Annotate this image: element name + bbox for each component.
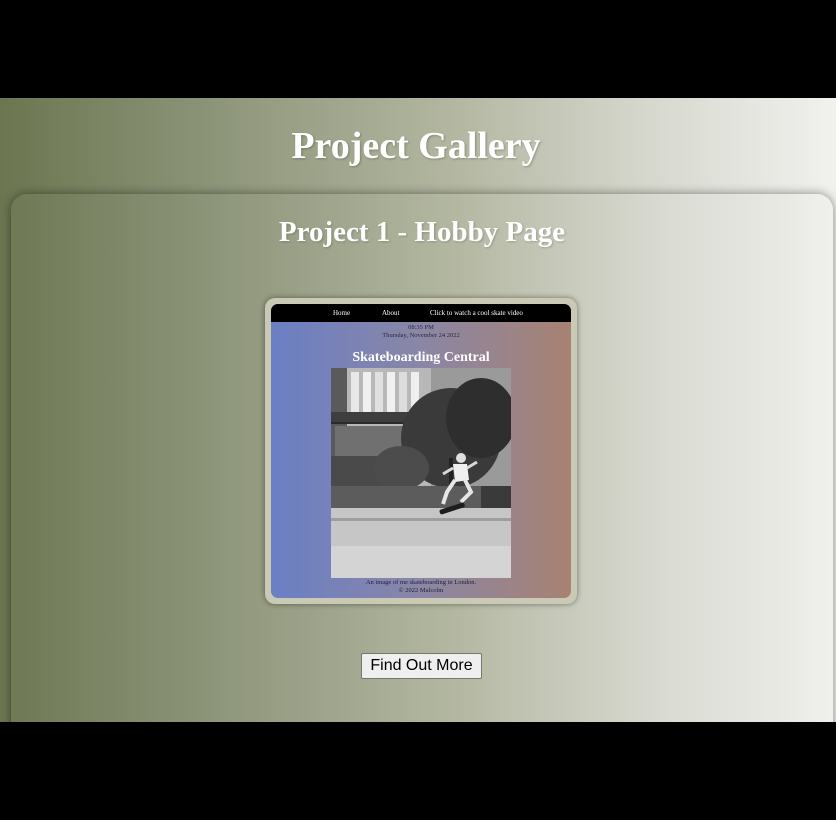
preview-caption: An image of me skateboarding in London.: [365, 579, 477, 586]
preview-nav-bar: Home About Click to watch a cool skate v…: [271, 304, 571, 322]
preview-copyright: © 2022 Malcolm: [398, 587, 444, 594]
preview-nav-home: Home: [333, 309, 351, 317]
project-title: Project 1 - Hobby Page: [278, 216, 566, 248]
preview-heading: Skateboarding Central: [352, 350, 490, 365]
project-preview-frame[interactable]: Home About Click to watch a cool skate v…: [265, 298, 577, 604]
project-card: Project 1 - Hobby Page Home About Click …: [11, 194, 833, 722]
preview-date: Thursday, November 24 2022: [382, 332, 460, 339]
letterbox-bottom: [0, 722, 836, 820]
find-out-more-button[interactable]: Find Out More: [361, 653, 482, 679]
gallery-page: Project Gallery Project 1 - Hobby Page H…: [0, 98, 836, 722]
preview-time: 08:35 PM: [408, 324, 434, 331]
preview-nav-about: About: [382, 309, 400, 317]
project-preview-screenshot: Home About Click to watch a cool skate v…: [271, 304, 571, 598]
page-title: Project Gallery: [291, 125, 541, 167]
letterbox-top: [0, 0, 836, 98]
preview-nav-video: Click to watch a cool skate video: [430, 309, 523, 317]
skateboarder-photo-icon: [331, 368, 511, 578]
